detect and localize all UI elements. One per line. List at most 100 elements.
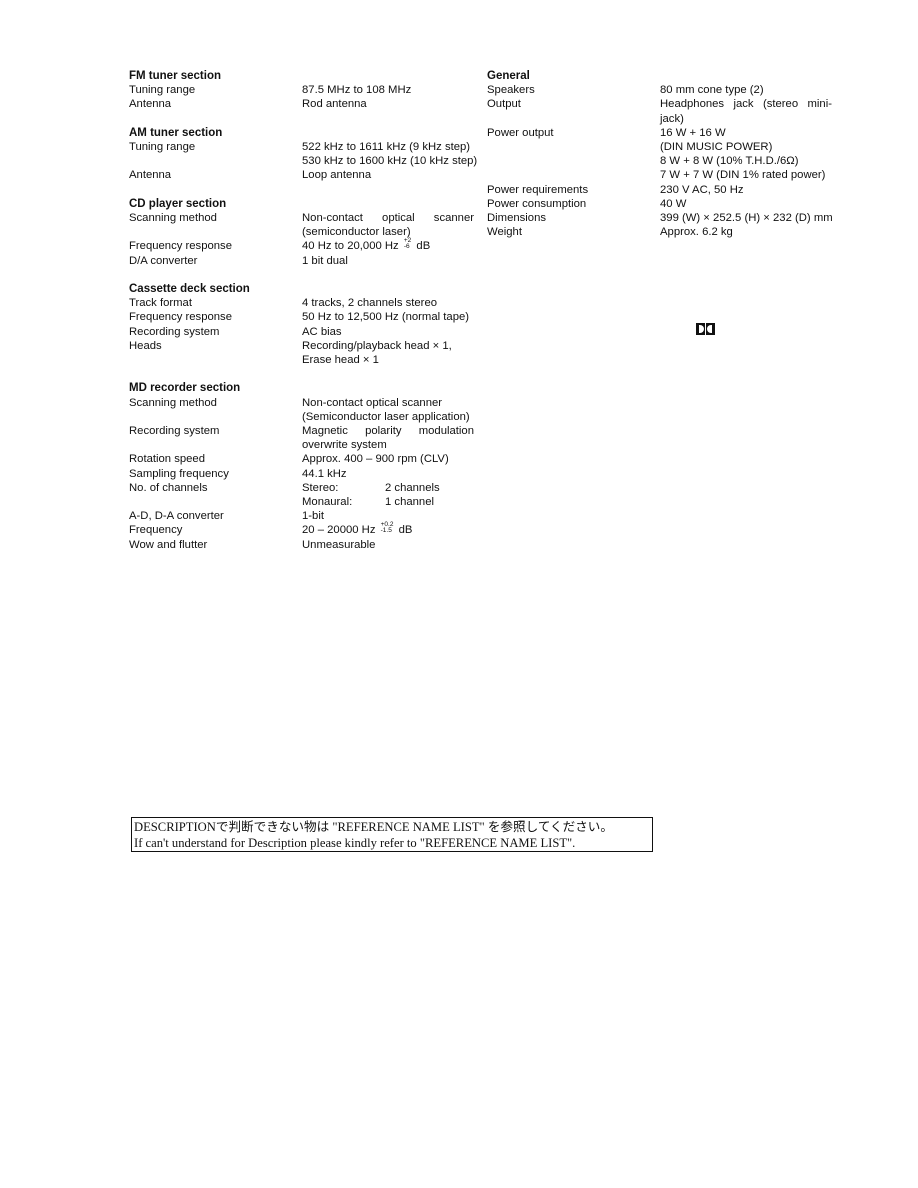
spec-value: (Semiconductor laser application) <box>302 410 470 423</box>
spec-label: Wow and flutter <box>129 538 208 551</box>
spec-label: Scanning method <box>129 211 217 224</box>
spec-row: Track format 4 tracks, 2 channels stereo <box>129 296 479 310</box>
spec-row: Frequency response 40 Hz to 20,000 Hz +2… <box>129 238 479 253</box>
spec-value: Non-contact optical scanner <box>302 211 474 224</box>
spec-value: Magnetic polarity modulation <box>302 424 474 437</box>
spec-row: Recording system Magnetic polarity modul… <box>129 424 479 452</box>
spec-value: (DIN MUSIC POWER) <box>660 141 773 153</box>
spec-row: Rotation speed Approx. 400 – 900 rpm (CL… <box>129 452 479 466</box>
section-title: Cassette deck section <box>129 282 250 295</box>
spec-label: Tuning range <box>129 140 196 153</box>
spec-value: 7 W + 7 W (DIN 1% rated power) <box>660 169 826 182</box>
spec-column-right: General Speakers 80 mm cone type (2) Out… <box>487 69 837 254</box>
section-title: MD recorder section <box>129 382 241 395</box>
spec-label: Dimensions <box>487 212 547 225</box>
spec-row: Recording system AC bias <box>129 325 479 339</box>
spec-value: Unmeasurable <box>302 538 376 551</box>
spec-value: Approx. 6.2 kg <box>660 226 733 239</box>
spec-label: Power output <box>487 126 554 139</box>
spec-row: Dimensions 399 (W) × 252.5 (H) × 232 (D)… <box>487 211 837 225</box>
spec-value: overwrite system <box>302 439 387 452</box>
spec-value: 16 W + 16 W <box>660 126 726 139</box>
spec-row: Output Headphones jack (stereo mini- jac… <box>487 97 837 125</box>
spec-value: 40 W <box>660 197 687 210</box>
spec-row: Wow and flutter Unmeasurable <box>129 538 479 552</box>
spec-label: Weight <box>487 226 522 239</box>
reference-name-list-notice: DESCRIPTIONで判断できない物は "REFERENCE NAME LIS… <box>131 817 653 852</box>
section-title: General <box>487 70 530 82</box>
spec-value: Approx. 400 – 900 rpm (CLV) <box>302 453 449 466</box>
section-title: CD player section <box>129 197 227 210</box>
spec-label: Tuning range <box>129 84 196 97</box>
spec-label: D/A converter <box>129 254 198 267</box>
channel-count: 1 channel <box>385 495 434 508</box>
tolerance: +0.2 -1.5 <box>380 522 394 535</box>
spec-value: (semiconductor laser) <box>302 226 411 239</box>
fm-tuner-section: FM tuner section Tuning range 87.5 MHz t… <box>129 69 479 112</box>
spec-value: AC bias <box>302 325 342 338</box>
spec-row: Antenna Rod antenna <box>129 97 479 111</box>
spec-label: Antenna <box>129 169 172 182</box>
spec-value: 8 W + 8 W (10% T.H.D./6Ω) <box>660 155 799 168</box>
spec-row: Heads Recording/playback head × 1, Erase… <box>129 339 479 367</box>
tolerance: +2 -6 <box>403 238 411 251</box>
spec-value: Rod antenna <box>302 98 367 111</box>
spec-label: Frequency response <box>129 240 232 253</box>
dolby-double-d-icon <box>696 323 716 336</box>
channel-count: 2 channels <box>385 481 440 494</box>
spec-label: Output <box>487 98 521 111</box>
channel-mode: Monaural: <box>302 495 353 508</box>
spec-row: Power output 16 W + 16 W (DIN MUSIC POWE… <box>487 126 837 183</box>
spec-value: 399 (W) × 252.5 (H) × 232 (D) mm <box>660 212 833 225</box>
spec-row: Frequency 20 – 20000 Hz +0.2 -1.5 dB <box>129 522 479 537</box>
spec-label: Heads <box>129 339 162 352</box>
tolerance-minus: -1.5 <box>380 527 392 535</box>
general-section: General Speakers 80 mm cone type (2) Out… <box>487 69 837 239</box>
spec-row: Scanning method Non-contact optical scan… <box>129 211 479 239</box>
spec-label: Power consumption <box>487 197 587 210</box>
spec-label: Power requirements <box>487 183 589 196</box>
spec-value: 44.1 kHz <box>302 467 347 480</box>
spec-row: No. of channels Stereo: 2 channels Monau… <box>129 481 479 509</box>
spec-value: Non-contact optical scanner <box>302 396 443 409</box>
section-title: FM tuner section <box>129 70 222 82</box>
spec-label: Scanning method <box>129 396 217 409</box>
channel-mode: Stereo: <box>302 481 339 494</box>
spec-value: 87.5 MHz to 108 MHz <box>302 84 412 97</box>
spec-label: Frequency response <box>129 311 232 324</box>
spec-unit: dB <box>416 240 431 253</box>
spec-value: 530 kHz to 1600 kHz (10 kHz step) <box>302 155 478 168</box>
spec-row: Weight Approx. 6.2 kg <box>487 225 837 239</box>
spec-label: Track format <box>129 297 192 310</box>
spec-row: Sampling frequency 44.1 kHz <box>129 467 479 481</box>
spec-label: Recording system <box>129 325 220 338</box>
spec-value: Recording/playback head × 1, <box>302 339 452 352</box>
spec-value: 20 – 20000 Hz <box>302 524 376 537</box>
notice-line-english: If can't understand for Description plea… <box>134 836 576 850</box>
md-recorder-section: MD recorder section Scanning method Non-… <box>129 381 479 551</box>
spec-row: Frequency response 50 Hz to 12,500 Hz (n… <box>129 310 479 324</box>
tolerance-minus: -6 <box>403 243 410 251</box>
spec-label: Speakers <box>487 84 535 97</box>
spec-row: A-D, D-A converter 1-bit <box>129 509 479 523</box>
spec-value: 50 Hz to 12,500 Hz (normal tape) <box>302 311 470 324</box>
spec-row: Power consumption 40 W <box>487 197 837 211</box>
spec-value: 230 V AC, 50 Hz <box>660 183 744 196</box>
spec-row: D/A converter 1 bit dual <box>129 254 479 268</box>
spec-label: Recording system <box>129 424 220 437</box>
spec-unit: dB <box>398 524 413 537</box>
spec-row: Power requirements 230 V AC, 50 Hz <box>487 183 837 197</box>
spec-row: Scanning method Non-contact optical scan… <box>129 396 479 424</box>
spec-row: Speakers 80 mm cone type (2) <box>487 83 837 97</box>
spec-value: 1 bit dual <box>302 254 348 267</box>
spec-value: Erase head × 1 <box>302 353 379 366</box>
notice-line-japanese: DESCRIPTIONで判断できない物は "REFERENCE NAME LIS… <box>134 820 613 834</box>
spec-value: 40 Hz to 20,000 Hz <box>302 240 399 253</box>
spec-value: 4 tracks, 2 channels stereo <box>302 297 438 310</box>
spec-row: Tuning range 522 kHz to 1611 kHz (9 kHz … <box>129 140 479 168</box>
spec-label: No. of channels <box>129 481 208 494</box>
spec-value: Headphones jack (stereo mini- <box>660 98 832 111</box>
spec-column-left: FM tuner section Tuning range 87.5 MHz t… <box>129 69 479 566</box>
spec-value: jack) <box>660 112 684 125</box>
spec-value: 522 kHz to 1611 kHz (9 kHz step) <box>302 140 471 153</box>
